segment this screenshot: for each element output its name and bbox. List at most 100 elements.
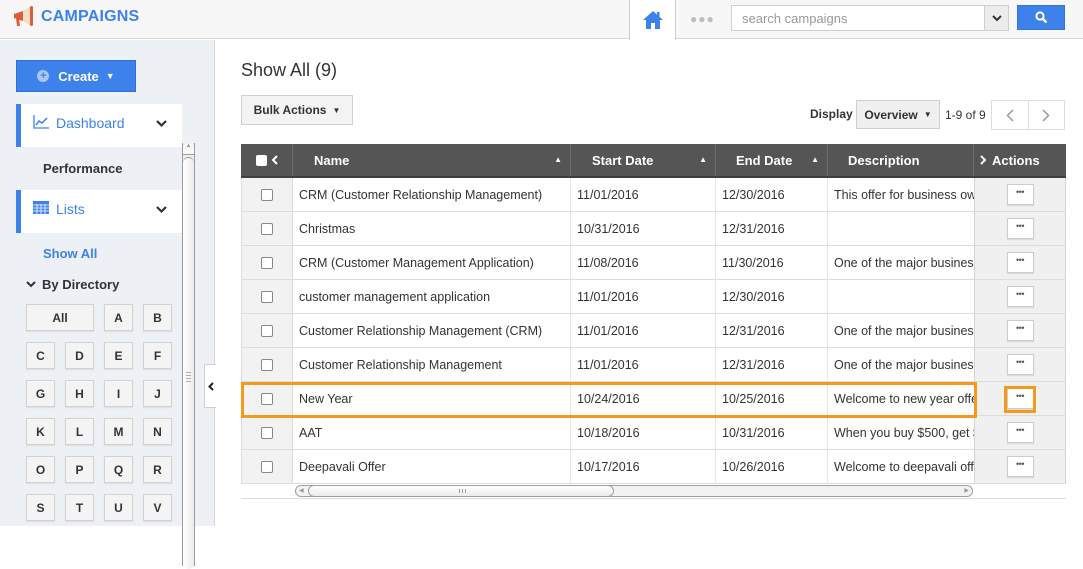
campaign-name[interactable]: New Year [293, 382, 571, 416]
row-actions-button[interactable]: ••• [1006, 184, 1034, 205]
row-checkbox[interactable] [261, 188, 273, 201]
scrollbar-thumb[interactable] [183, 157, 194, 569]
row-checkbox[interactable] [261, 358, 273, 371]
sidebar-item-lists[interactable]: Lists [16, 190, 182, 233]
search-button[interactable] [1017, 5, 1065, 30]
directory-letter-button[interactable]: G [26, 380, 55, 407]
directory-letter-button[interactable]: J [143, 380, 172, 407]
row-checkbox[interactable] [261, 392, 273, 405]
table-row[interactable]: Deepavali Offer 10/17/2016 10/26/2016 Welco… [241, 450, 1066, 484]
directory-letter-button[interactable]: All [26, 304, 94, 331]
sidebar-subitem-show-all[interactable]: Show All [43, 246, 97, 261]
table-row[interactable]: customer management application 11/01/201… [241, 280, 1066, 314]
row-actions-button[interactable]: ••• [1006, 218, 1034, 239]
row-checkbox[interactable] [261, 256, 273, 269]
directory-letter-button[interactable]: F [143, 342, 172, 369]
end-date: 10/26/2016 [716, 450, 828, 484]
directory-letter-button[interactable]: O [26, 456, 55, 483]
scrollbar-thumb[interactable] [308, 485, 614, 497]
directory-letter-button[interactable]: N [143, 418, 172, 445]
directory-letter-button[interactable]: K [26, 418, 55, 445]
campaign-name[interactable]: Customer Relationship Management [293, 348, 571, 382]
row-actions-button[interactable]: ••• [1006, 286, 1034, 307]
more-horizontal-icon: ••• [1016, 254, 1024, 265]
sidebar-subitem-performance[interactable]: Performance [43, 161, 122, 176]
column-header-description[interactable]: Description [828, 144, 974, 176]
directory-letter-button[interactable]: Q [104, 456, 133, 483]
search-input[interactable] [732, 6, 984, 30]
row-actions-button[interactable]: ••• [1006, 320, 1034, 341]
by-directory-toggle[interactable]: By Directory [26, 277, 119, 292]
directory-letter-button[interactable]: M [104, 418, 133, 445]
sidebar-scrollbar[interactable]: ▲ [182, 143, 195, 569]
directory-letter-button[interactable]: V [143, 494, 172, 521]
home-button[interactable] [629, 0, 676, 40]
campaign-name[interactable]: customer management application [293, 280, 571, 314]
directory-letter-button[interactable]: L [65, 418, 94, 445]
row-actions-button[interactable]: ••• [1006, 422, 1034, 443]
row-actions-button[interactable]: ••• [1006, 456, 1034, 477]
table-bottom-border [241, 498, 1066, 499]
next-page-button[interactable] [1029, 101, 1065, 129]
table-grid-icon [33, 201, 49, 214]
directory-letter-button[interactable]: C [26, 342, 55, 369]
scroll-right-arrow-icon[interactable]: ▶ [964, 487, 969, 494]
directory-letter-button[interactable]: U [104, 494, 133, 521]
campaign-name[interactable]: CRM (Customer Relationship Management) [293, 178, 571, 212]
table-row[interactable]: Christmas 10/31/2016 12/31/2016 ••• [241, 212, 1066, 246]
campaign-name[interactable]: Christmas [293, 212, 571, 246]
prev-page-button[interactable] [992, 101, 1029, 129]
campaign-name-text: AAT [299, 425, 323, 440]
table-row[interactable]: New Year 10/24/2016 10/25/2016 Welcome to n… [241, 382, 1066, 416]
row-checkbox[interactable] [261, 426, 273, 439]
directory-letter-button[interactable]: T [65, 494, 94, 521]
bulk-actions-label: Bulk Actions [253, 103, 327, 117]
table-row[interactable]: Customer Relationship Management (CRM) 11… [241, 314, 1066, 348]
row-checkbox[interactable] [261, 222, 273, 235]
column-header-end-date[interactable]: End Date ▲ [716, 144, 828, 176]
campaign-name[interactable]: Deepavali Offer [293, 450, 571, 484]
row-actions-button[interactable]: ••• [1006, 252, 1034, 273]
table-horizontal-scrollbar[interactable]: ◀ ▶ [295, 485, 973, 497]
row-actions-button[interactable]: ••• [1006, 354, 1034, 375]
row-checkbox[interactable] [261, 290, 273, 303]
row-checkbox[interactable] [261, 460, 273, 473]
display-select[interactable]: Overview ▼ [856, 100, 940, 129]
table-row[interactable]: AAT 10/18/2016 10/31/2016 When you buy $500… [241, 416, 1066, 450]
directory-letter-button[interactable]: R [143, 456, 172, 483]
column-header-name[interactable]: Name ▲ [293, 144, 571, 176]
campaign-name[interactable]: AAT [293, 416, 571, 450]
bulk-actions-button[interactable]: Bulk Actions ▼ [241, 95, 353, 125]
table-row[interactable]: CRM (Customer Management Application) 11/… [241, 246, 1066, 280]
select-all-checkbox[interactable] [255, 154, 267, 166]
column-header-start-date[interactable]: Start Date ▲ [571, 144, 716, 176]
chevron-left-icon[interactable] [271, 155, 278, 165]
directory-letter-button[interactable]: A [104, 304, 133, 331]
row-actions-button[interactable]: ••• [1006, 388, 1034, 409]
chevron-down-icon[interactable] [156, 120, 167, 128]
search-dropdown-button[interactable] [984, 6, 1008, 30]
table-row[interactable]: Customer Relationship Management 11/01/20… [241, 348, 1066, 382]
chevron-right-icon[interactable] [980, 155, 987, 165]
caret-down-icon: ▼ [105, 71, 115, 81]
scroll-left-arrow-icon[interactable]: ◀ [299, 487, 304, 494]
directory-letter-button[interactable]: I [104, 380, 133, 407]
directory-letter-button[interactable]: P [65, 456, 94, 483]
campaign-name[interactable]: CRM (Customer Management Application) [293, 246, 571, 280]
table-row[interactable]: CRM (Customer Relationship Management) 11… [241, 178, 1066, 212]
collapse-sidebar-button[interactable] [204, 364, 216, 408]
directory-letter-button[interactable]: D [65, 342, 94, 369]
campaign-name[interactable]: Customer Relationship Management (CRM) [293, 314, 571, 348]
chevron-down-icon[interactable] [156, 206, 167, 214]
sidebar-item-dashboard[interactable]: Dashboard [16, 104, 182, 147]
directory-letter-button[interactable]: B [143, 304, 172, 331]
create-button[interactable]: + Create ▼ [16, 60, 136, 92]
directory-letter-button[interactable]: E [104, 342, 133, 369]
directory-letter-button[interactable]: H [65, 380, 94, 407]
app-brand[interactable]: CAMPAIGNS [11, 5, 139, 29]
row-checkbox[interactable] [261, 324, 273, 337]
directory-letter-button[interactable]: S [26, 494, 55, 521]
end-date-text: 11/30/2016 [722, 255, 784, 270]
scroll-up-arrow-icon[interactable]: ▲ [183, 143, 194, 155]
more-dots-icon[interactable]: ●●● [690, 12, 715, 26]
